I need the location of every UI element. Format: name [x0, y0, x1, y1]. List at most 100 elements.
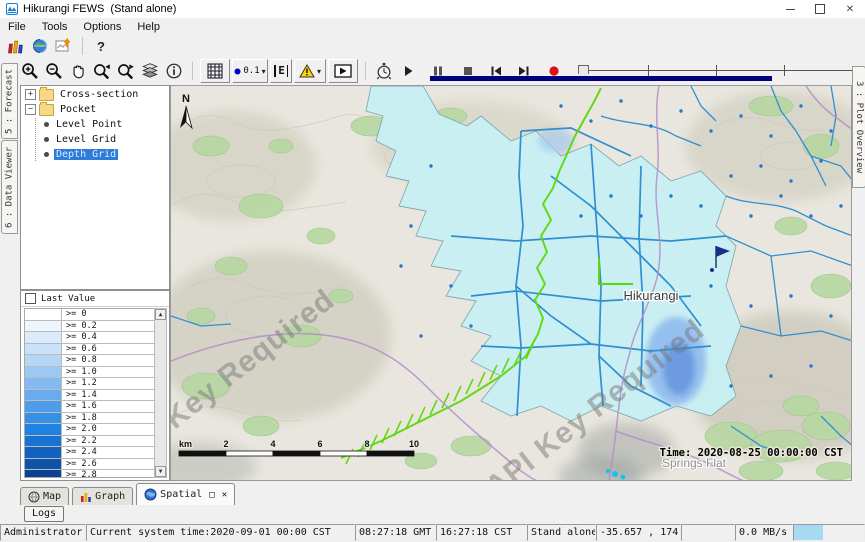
spatial-display-button[interactable]	[28, 34, 52, 58]
logs-panel-button[interactable]	[4, 34, 28, 58]
layer-bullet-icon	[44, 137, 49, 142]
north-label: N	[182, 93, 190, 105]
chart-arrow-icon	[55, 38, 73, 54]
play-box-icon	[334, 64, 352, 78]
minimize-button[interactable]	[775, 0, 805, 18]
last-value-checkbox[interactable]	[25, 293, 36, 304]
timestep-button[interactable]	[372, 59, 396, 83]
status-bar: Administrator Current system time:2020-0…	[0, 523, 865, 542]
grid-icon	[207, 63, 223, 79]
legend-label: >= 0.4	[62, 332, 97, 343]
legend-color-swatch	[25, 332, 62, 343]
legend-label: >= 2.0	[62, 424, 97, 435]
legend-scrollbar[interactable]: ▲ ▼	[154, 308, 167, 478]
zoom-out-icon	[45, 62, 63, 80]
maximize-button[interactable]	[805, 0, 835, 18]
legend-color-swatch	[25, 344, 62, 355]
menu-options[interactable]: Options	[75, 21, 129, 33]
tab-graph[interactable]: Graph	[72, 487, 133, 505]
legend-color-swatch	[25, 401, 62, 412]
legend-row: >= 2.0	[25, 424, 154, 436]
tree-item-level-point[interactable]: Level Point	[36, 118, 169, 131]
import-export-button[interactable]	[52, 34, 76, 58]
last-value-label: Last Value	[41, 294, 95, 304]
town-label: Hikurangi	[624, 288, 679, 303]
timeline-extent-bar	[430, 76, 772, 81]
left-tab-strip: 5 : Forecast 6 : Data Viewer	[0, 57, 18, 481]
pan-button[interactable]	[66, 59, 90, 83]
fews-window: Hikurangi FEWS (Stand alone) ✕ File Tool…	[0, 0, 865, 542]
layers-button[interactable]	[138, 59, 162, 83]
menu-tools[interactable]: Tools	[34, 21, 76, 33]
globe-icon	[32, 38, 48, 54]
layers-icon	[141, 62, 159, 80]
legend-row: >= 1.6	[25, 401, 154, 413]
tab-map[interactable]: Map	[20, 487, 69, 505]
tree-item-level-grid[interactable]: Level Grid	[36, 133, 169, 146]
zoom-next-button[interactable]	[114, 59, 138, 83]
status-memory: 2.5 GB	[793, 524, 865, 541]
legend-e-icon: E	[274, 65, 288, 77]
interval-dropdown[interactable]: 0.1 ▾	[232, 59, 268, 83]
play-button[interactable]	[396, 59, 420, 83]
tab-forecast[interactable]: 5 : Forecast	[1, 63, 18, 139]
menu-help[interactable]: Help	[129, 21, 168, 33]
legend-color-swatch	[25, 355, 62, 366]
legend-label: >= 1.6	[62, 401, 97, 412]
animation-export-button[interactable]	[328, 59, 358, 83]
help-button[interactable]: ?	[89, 34, 113, 58]
zoom-previous-button[interactable]	[90, 59, 114, 83]
time-slider-track	[580, 70, 865, 71]
app-icon	[6, 3, 18, 15]
expand-icon[interactable]: +	[25, 89, 36, 100]
info-icon	[165, 62, 183, 80]
legend-label: >= 1.0	[62, 367, 97, 378]
legend-color-swatch	[25, 447, 62, 458]
logs-button[interactable]: Logs	[24, 506, 64, 522]
grid-display-button[interactable]	[200, 59, 230, 83]
legend-row: >= 0.4	[25, 332, 154, 344]
collapse-icon[interactable]: −	[25, 104, 36, 115]
map-time-label: Time: 2020-08-25 00:00:00 CST	[660, 447, 843, 459]
tab-spatial[interactable]: Spatial □ ✕	[136, 483, 235, 505]
legend-row: >= 1.0	[25, 367, 154, 379]
tree-item-cross-section[interactable]: + Cross-section	[21, 88, 169, 101]
tree-item-pocket[interactable]: − Pocket	[21, 103, 169, 116]
tab-close-icon[interactable]: ✕	[222, 490, 227, 500]
scroll-down-icon[interactable]: ▼	[155, 466, 166, 477]
folder-icon	[39, 89, 54, 101]
tree-item-depth-grid[interactable]: Depth Grid	[36, 148, 169, 161]
map-canvas[interactable]: API Key Required API Key Required Hikura…	[171, 86, 852, 481]
zoom-out-button[interactable]	[42, 59, 66, 83]
warning-triangle-icon	[299, 64, 315, 78]
menu-bar: File Tools Options Help	[0, 18, 865, 36]
scale-tick: 4	[270, 439, 275, 449]
legend-row: >= 2.4	[25, 447, 154, 459]
chevron-down-icon: ▾	[262, 67, 266, 76]
status-local-time: 16:27:18 CST	[436, 524, 527, 541]
legend-row: >= 0	[25, 309, 154, 321]
tab-plot-overview[interactable]: 3 : Plot Overview	[852, 66, 865, 188]
zoom-next-icon	[116, 62, 136, 80]
legend-row: >= 1.8	[25, 413, 154, 425]
logs-row: Logs	[0, 505, 865, 523]
tree-item-label-selected: Depth Grid	[54, 149, 118, 160]
info-button[interactable]	[162, 59, 186, 83]
legend-label: >= 2.2	[62, 436, 97, 447]
zoom-in-button[interactable]	[18, 59, 42, 83]
tab-maximize-icon[interactable]: □	[209, 490, 214, 500]
menu-file[interactable]: File	[0, 21, 34, 33]
status-alerts[interactable]	[681, 524, 735, 541]
tab-data-viewer[interactable]: 6 : Data Viewer	[1, 140, 18, 234]
scroll-up-icon[interactable]: ▲	[155, 309, 166, 320]
legend-row: >= 0.6	[25, 344, 154, 356]
legend-color-swatch	[25, 436, 62, 447]
memory-usage-bar	[794, 525, 823, 540]
thresholds-dropdown[interactable]: ▾	[294, 59, 326, 83]
pan-hand-icon	[69, 62, 87, 80]
legend-row: >= 0.2	[25, 321, 154, 333]
legend-toggle-button[interactable]: E	[270, 59, 292, 83]
legend-panel: Last Value >= 0 >= 0.2 >= 0.4 >= 0.6 >= …	[20, 290, 170, 481]
close-button[interactable]: ✕	[835, 0, 865, 18]
tab-forecast-label: 5 : Forecast	[5, 68, 15, 133]
